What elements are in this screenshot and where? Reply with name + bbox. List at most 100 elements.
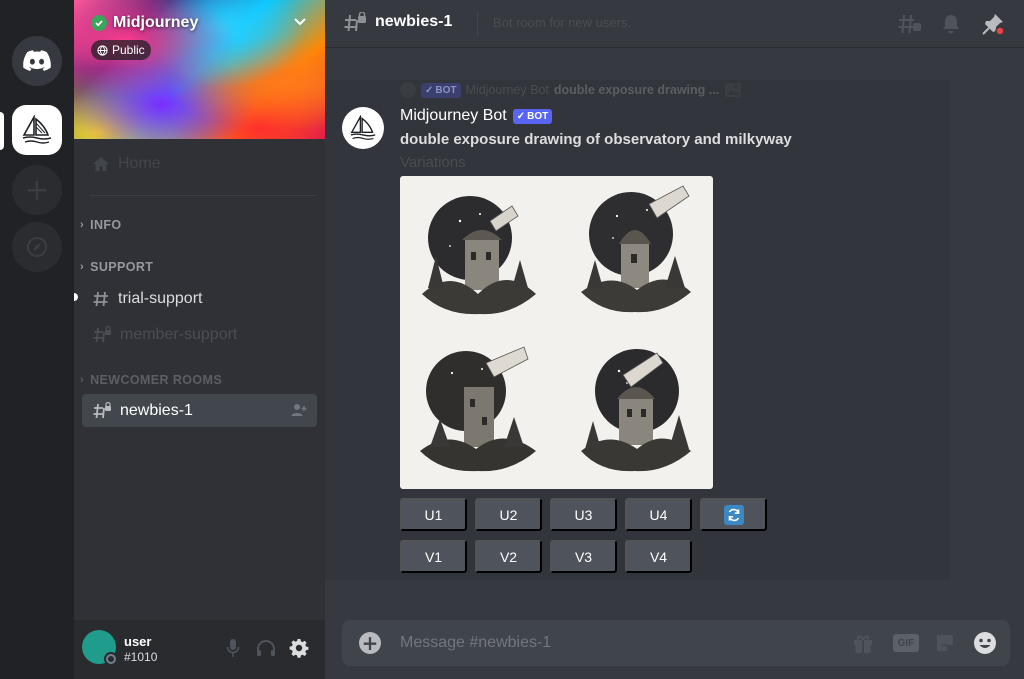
chevron-right-icon: › bbox=[80, 261, 85, 273]
locked-hash-icon bbox=[344, 12, 366, 32]
verified-check-icon bbox=[91, 15, 107, 31]
generated-image-4 bbox=[581, 349, 691, 472]
gif-button[interactable]: GIF bbox=[893, 631, 919, 655]
user-panel: user #1010 bbox=[74, 620, 325, 679]
home-icon bbox=[93, 157, 109, 171]
notifications-button[interactable] bbox=[939, 12, 963, 36]
user-tag: #1010 bbox=[124, 650, 158, 664]
server-name-header[interactable]: Midjourney bbox=[91, 14, 198, 32]
upload-plus-button[interactable]: + bbox=[359, 632, 381, 654]
category-label: INFO bbox=[90, 218, 122, 232]
upscale-button-2[interactable]: U2 bbox=[475, 498, 542, 531]
channel-sidebar: Midjourney Public Home › INFO › SUPPORT … bbox=[74, 0, 325, 679]
add-server-button[interactable]: + bbox=[12, 165, 62, 215]
generated-image-3 bbox=[420, 346, 536, 472]
header-divider bbox=[477, 12, 478, 36]
bot-badge-label: BOT bbox=[435, 84, 457, 96]
category-support[interactable]: › SUPPORT bbox=[80, 260, 153, 274]
deafen-button[interactable] bbox=[255, 637, 277, 659]
author-name[interactable]: Midjourney Bot bbox=[400, 107, 507, 125]
sidebar-item-home[interactable]: Home bbox=[92, 155, 161, 173]
bell-icon bbox=[943, 15, 959, 34]
variation-button-4[interactable]: V4 bbox=[625, 540, 692, 573]
image-icon bbox=[725, 83, 742, 97]
midjourney-sailboat-icon bbox=[350, 115, 376, 140]
selected-server-indicator bbox=[0, 112, 4, 150]
category-label: NEWCOMER ROOMS bbox=[90, 373, 223, 387]
public-badge: Public bbox=[91, 40, 151, 60]
add-server-icon: + bbox=[24, 172, 50, 208]
bot-badge: ✓ BOT bbox=[512, 108, 553, 124]
category-info[interactable]: › INFO bbox=[80, 218, 122, 232]
message-prompt: double exposure drawing of observatory a… bbox=[400, 131, 792, 148]
mute-button[interactable] bbox=[222, 637, 244, 659]
reply-avatar bbox=[400, 82, 416, 98]
threads-icon bbox=[898, 14, 921, 34]
status-indicator bbox=[104, 652, 118, 666]
upscale-button-4[interactable]: U4 bbox=[625, 498, 692, 531]
plus-icon: + bbox=[361, 631, 379, 655]
pinned-messages-button[interactable] bbox=[981, 12, 1005, 36]
server-rail: + bbox=[0, 0, 74, 679]
globe-icon bbox=[97, 44, 108, 56]
locked-hash-icon bbox=[93, 401, 111, 418]
reroll-icon bbox=[723, 504, 744, 525]
variation-button-1[interactable]: V1 bbox=[400, 540, 467, 573]
channel-trial-support[interactable]: trial-support bbox=[82, 282, 317, 315]
sidebar-divider bbox=[90, 195, 316, 196]
message-input[interactable] bbox=[400, 630, 820, 656]
hash-icon bbox=[93, 291, 108, 306]
headphones-icon bbox=[257, 640, 275, 656]
threads-button[interactable] bbox=[898, 12, 922, 36]
chevron-down-icon[interactable] bbox=[293, 14, 307, 28]
bot-badge: ✓ BOT bbox=[421, 82, 461, 98]
message-author: Midjourney Bot ✓ BOT bbox=[400, 107, 553, 125]
category-newcomer-rooms[interactable]: › NEWCOMER ROOMS bbox=[80, 373, 222, 387]
page-title: newbies-1 bbox=[375, 13, 453, 30]
midjourney-sailboat-icon bbox=[22, 115, 52, 144]
pin-icon bbox=[982, 14, 1005, 36]
reply-reference[interactable]: ✓ BOT Midjourney Bot double exposure dra… bbox=[400, 82, 742, 98]
variation-button-2[interactable]: V2 bbox=[475, 540, 542, 573]
server-name: Midjourney bbox=[113, 14, 199, 31]
channel-topic[interactable]: Bot room for new users. bbox=[493, 15, 631, 30]
reply-text: double exposure drawing ... bbox=[553, 83, 720, 97]
message-subtitle: Variations bbox=[400, 154, 466, 171]
home-label: Home bbox=[118, 155, 161, 172]
author-avatar[interactable] bbox=[342, 107, 384, 149]
discord-home-button[interactable] bbox=[12, 36, 62, 86]
chevron-right-icon: › bbox=[80, 219, 85, 231]
gif-label: GIF bbox=[893, 634, 919, 652]
bot-badge-label: BOT bbox=[527, 110, 549, 122]
upscale-button-3[interactable]: U3 bbox=[550, 498, 617, 531]
public-label: Public bbox=[112, 43, 145, 57]
user-settings-button[interactable] bbox=[288, 637, 310, 659]
message-composer: + GIF bbox=[342, 620, 1010, 666]
sticker-icon bbox=[937, 635, 953, 651]
channel-label: member-support bbox=[120, 325, 238, 343]
generated-image-grid[interactable] bbox=[400, 176, 713, 489]
explore-servers-button[interactable] bbox=[12, 222, 62, 272]
add-member-icon[interactable] bbox=[291, 403, 307, 417]
explore-compass-icon bbox=[27, 237, 47, 257]
variation-button-3[interactable]: V3 bbox=[550, 540, 617, 573]
channel-member-support[interactable]: member-support bbox=[82, 318, 317, 351]
emoji-icon bbox=[974, 632, 996, 654]
generated-image-2 bbox=[581, 185, 691, 313]
reply-author: Midjourney Bot bbox=[465, 83, 549, 97]
emoji-button[interactable] bbox=[973, 631, 997, 655]
microphone-icon bbox=[226, 639, 240, 657]
reroll-button[interactable] bbox=[700, 498, 767, 531]
channel-newbies-1[interactable]: newbies-1 bbox=[82, 394, 317, 427]
gift-icon bbox=[854, 635, 872, 653]
gift-button[interactable] bbox=[852, 631, 874, 655]
username: user bbox=[124, 634, 152, 649]
channel-label: newbies-1 bbox=[120, 401, 193, 419]
channel-header: newbies-1 Bot room for new users. bbox=[325, 0, 1024, 48]
generated-image-1 bbox=[422, 196, 536, 315]
sticker-button[interactable] bbox=[934, 631, 956, 655]
server-midjourney-button[interactable] bbox=[12, 105, 62, 155]
upscale-button-1[interactable]: U1 bbox=[400, 498, 467, 531]
unread-indicator bbox=[74, 293, 78, 301]
channel-label: trial-support bbox=[118, 289, 203, 307]
